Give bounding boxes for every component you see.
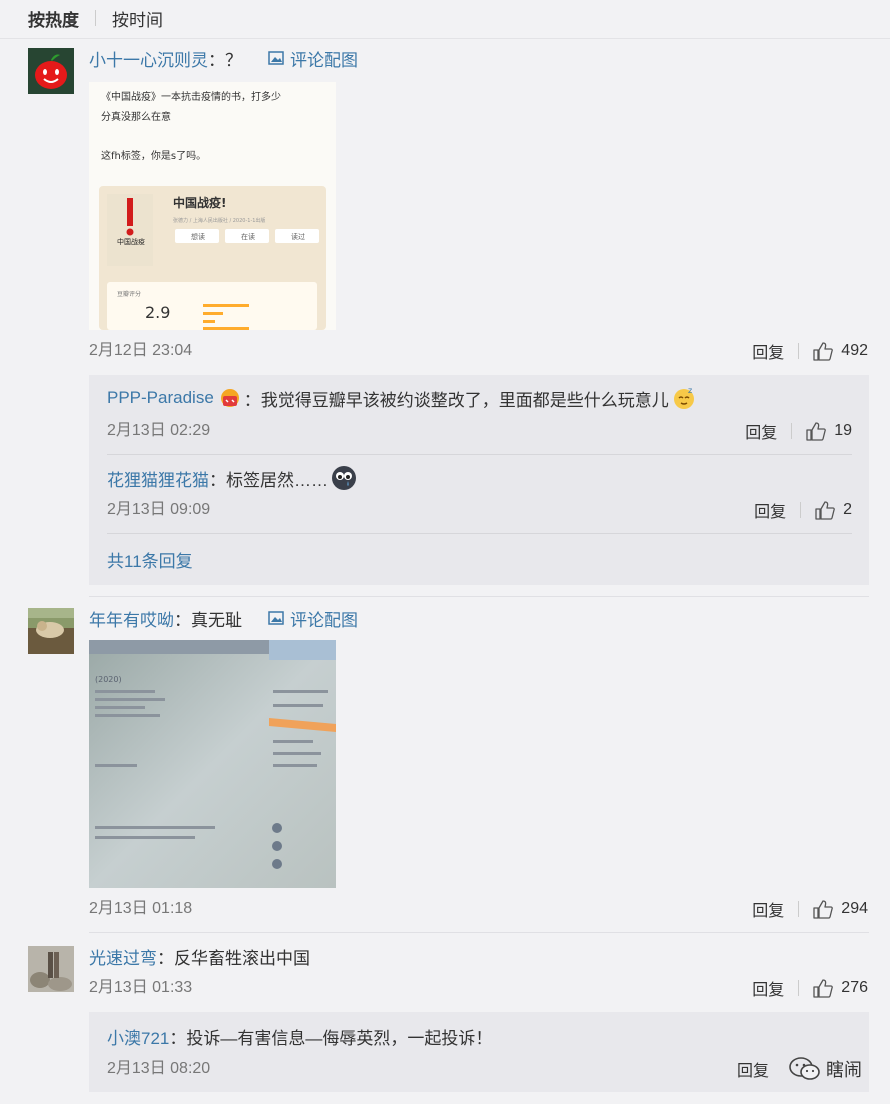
sort-by-time[interactable]: 按时间 bbox=[112, 6, 163, 31]
like-count: 19 bbox=[834, 422, 852, 439]
thumbs-up-icon[interactable] bbox=[813, 978, 834, 998]
reply-divider bbox=[107, 454, 852, 455]
reply-button[interactable]: 回复 bbox=[745, 419, 777, 443]
comment-actions: 回复 492 bbox=[752, 340, 868, 362]
action-divider bbox=[791, 423, 793, 439]
action-divider bbox=[798, 980, 800, 996]
reply-header: 小澳721 ：投诉—有害信息—侮辱英烈，一起投诉！ bbox=[107, 1024, 492, 1048]
comment-username[interactable]: 光速过弯 bbox=[89, 944, 157, 969]
comment-image[interactable]: 《中国战疫》一本抗击疫情的书，打多少 分真没那么在意 这fh标签，你是s了吗。 … bbox=[89, 82, 336, 330]
comment-picture-link[interactable]: 评论配图 bbox=[268, 606, 358, 631]
photo-year: (2020) bbox=[95, 675, 122, 684]
reply-actions: 回复 19 bbox=[745, 420, 852, 442]
reply-username[interactable]: 花狸猫狸花猫 bbox=[107, 466, 209, 491]
comment-picture-link[interactable]: 评论配图 bbox=[268, 46, 358, 71]
reply-button[interactable]: 回复 bbox=[752, 339, 784, 363]
want-read: 想读 bbox=[191, 232, 205, 241]
comment-username[interactable]: 年年有哎呦 bbox=[89, 606, 174, 631]
reply-header: PPP-Paradise ：我觉得豆瓣早该被约谈整改了，里面都是些什么玩意儿 z bbox=[107, 386, 697, 410]
have-read: 读过 bbox=[291, 232, 305, 241]
thumbs-up-icon[interactable] bbox=[815, 500, 835, 520]
crying-emoji-icon bbox=[332, 466, 356, 490]
reply-button[interactable]: 回复 bbox=[752, 897, 784, 921]
thumbs-up-icon[interactable] bbox=[813, 341, 834, 361]
reply-username[interactable]: PPP-Paradise bbox=[107, 388, 214, 408]
top-divider bbox=[0, 38, 890, 39]
image-icon bbox=[268, 611, 284, 625]
comment-username[interactable]: 小十一心沉则灵 bbox=[89, 46, 208, 71]
comment-header: 年年有哎呦 ：真无耻 评论配图 bbox=[89, 606, 358, 630]
apple-avatar-icon bbox=[28, 48, 74, 94]
sort-divider bbox=[95, 10, 96, 26]
comment-actions: 回复 276 bbox=[752, 977, 868, 999]
comment-picture-label: 评论配图 bbox=[290, 50, 358, 70]
like-count: 2 bbox=[843, 501, 852, 518]
sort-by-hot[interactable]: 按热度 bbox=[28, 6, 79, 31]
reply-text: ：我觉得豆瓣早该被约谈整改了，里面都是些什么玩意儿 bbox=[243, 390, 669, 410]
book-title: 中国战疫! bbox=[173, 195, 226, 210]
reply-button[interactable]: 回复 bbox=[752, 976, 784, 1000]
reply-time: 2月13日 02:29 bbox=[107, 422, 211, 439]
more-replies-link[interactable]: 共11条回复 bbox=[107, 547, 193, 572]
avatar[interactable] bbox=[28, 946, 74, 992]
comment-image[interactable]: (2020) bbox=[89, 640, 336, 888]
angry-emoji-icon bbox=[220, 389, 239, 407]
action-divider bbox=[798, 343, 800, 359]
comment-actions: 回复 294 bbox=[752, 898, 868, 920]
reply-button[interactable]: 回复 bbox=[754, 498, 786, 522]
reading: 在读 bbox=[241, 232, 255, 241]
like-count: 276 bbox=[841, 979, 868, 996]
comment-time: 2月13日 01:18 bbox=[89, 900, 193, 917]
douban-screenshot: 《中国战疫》一本抗击疫情的书，打多少 分真没那么在意 这fh标签，你是s了吗。 … bbox=[89, 82, 336, 330]
reply-text: ：投诉—有害信息—侮辱英烈，一起投诉！ bbox=[169, 1028, 493, 1048]
reply-time: 2月13日 08:20 bbox=[107, 1060, 211, 1077]
wechat-icon bbox=[789, 1057, 820, 1080]
book-meta: 张德力 / 上海人民出版社 / 2020-1-1出版 bbox=[173, 217, 265, 224]
comment-text: ：？ bbox=[208, 50, 242, 70]
comment-header: 小十一心沉则灵 ：？ 评论配图 bbox=[89, 46, 358, 70]
screen-photo: (2020) bbox=[89, 640, 336, 888]
image-icon bbox=[268, 51, 284, 65]
comment-time: 2月13日 01:33 bbox=[89, 979, 193, 996]
comment-divider bbox=[89, 596, 869, 597]
reply-button[interactable]: 回复 bbox=[737, 1057, 769, 1081]
comment-text: ：真无耻 bbox=[174, 610, 242, 630]
reply-text: ：标签居然…… bbox=[209, 470, 328, 490]
action-divider bbox=[800, 502, 802, 518]
comment-picture-label: 评论配图 bbox=[290, 610, 358, 630]
thumbs-up-icon[interactable] bbox=[806, 421, 827, 441]
reply-actions: 回复 2 bbox=[754, 499, 852, 521]
reply-divider bbox=[107, 533, 852, 534]
svg-text:中国战疫: 中国战疫 bbox=[117, 237, 145, 246]
comment-header: 光速过弯 ：反华畜牲滚出中国 bbox=[89, 944, 310, 968]
like-count: 294 bbox=[841, 900, 868, 917]
landscape-avatar-icon bbox=[28, 608, 74, 654]
comment-text: ：反华畜牲滚出中国 bbox=[157, 948, 310, 968]
rocks-avatar-icon bbox=[28, 946, 74, 992]
image-text-line2: 分真没那么在意 bbox=[101, 110, 171, 123]
avatar[interactable] bbox=[28, 48, 74, 94]
comment-divider bbox=[89, 932, 869, 933]
reply-header: 花狸猫狸花猫 ：标签居然…… bbox=[107, 466, 358, 490]
image-text-line1: 《中国战疫》一本抗击疫情的书，打多少 bbox=[101, 90, 281, 103]
rating-label: 豆瓣评分 bbox=[117, 290, 141, 298]
sleepy-emoji-icon: z bbox=[673, 386, 694, 409]
like-count: 492 bbox=[841, 342, 868, 359]
watermark: 瞎闹 bbox=[788, 1056, 862, 1082]
comment-time: 2月12日 23:04 bbox=[89, 342, 193, 359]
avatar[interactable] bbox=[28, 608, 74, 654]
reply-time: 2月13日 09:09 bbox=[107, 501, 211, 518]
watermark-text: 瞎闹 bbox=[826, 1060, 862, 1080]
reply-username[interactable]: 小澳721 bbox=[107, 1024, 169, 1049]
action-divider bbox=[798, 901, 800, 917]
image-text-line3: 这fh标签，你是s了吗。 bbox=[101, 149, 206, 162]
sort-bar: 按热度 按时间 bbox=[28, 6, 163, 30]
reply-actions: 回复 bbox=[737, 1058, 783, 1080]
svg-text:z: z bbox=[688, 386, 692, 395]
douban-score: 2.9 bbox=[145, 303, 170, 322]
thumbs-up-icon[interactable] bbox=[813, 899, 834, 919]
